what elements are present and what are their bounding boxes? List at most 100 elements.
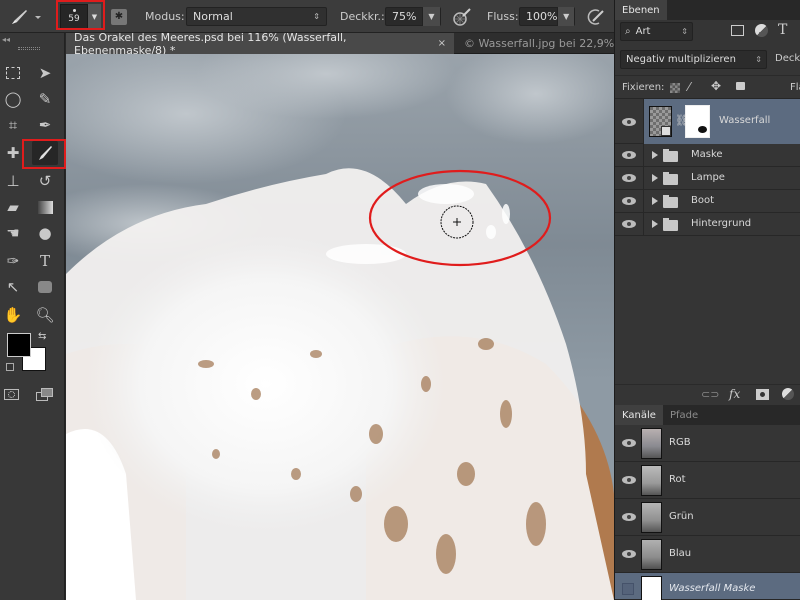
eye-icon[interactable] xyxy=(621,195,637,207)
document-tabs: Das Orakel des Meeres.psd bei 116% (Wass… xyxy=(66,31,614,57)
history-brush-tool[interactable]: ↺ xyxy=(32,169,58,193)
smudge-tool[interactable]: ☚ xyxy=(0,221,26,245)
channel-name: RGB xyxy=(669,437,691,448)
quick-selection-tool[interactable]: ✎ xyxy=(32,87,58,111)
lock-paint-icon[interactable]: ⁄ xyxy=(688,80,690,94)
arrow-icon: ↖ xyxy=(6,278,20,296)
eye-icon[interactable] xyxy=(621,149,637,161)
tab-pfade[interactable]: Pfade xyxy=(663,405,705,425)
filter-pixel-layers-icon[interactable] xyxy=(731,25,744,36)
lasso-tool[interactable]: ◯ xyxy=(0,87,26,111)
visibility-checkbox[interactable] xyxy=(622,583,634,595)
channel-row-rot[interactable]: Rot xyxy=(615,462,800,499)
screen-mode-button[interactable] xyxy=(36,388,54,402)
finger-icon: ☚ xyxy=(6,224,20,242)
layer-name: Hintergrund xyxy=(691,218,752,229)
marquee-tool[interactable] xyxy=(0,61,26,85)
eye-icon[interactable] xyxy=(621,437,637,449)
adjustment-icon[interactable] xyxy=(782,388,794,400)
hand-tool[interactable]: ✋ xyxy=(0,303,26,327)
document-tab-inactive[interactable]: © Wasserfall.jpg bei 22,9% (W xyxy=(456,33,614,54)
tab-kanaele[interactable]: Kanäle xyxy=(615,405,663,425)
dodge-tool[interactable]: ● xyxy=(32,221,58,245)
airbrush-button[interactable] xyxy=(585,0,605,33)
layer-row-boot[interactable]: Boot xyxy=(615,190,800,213)
tab-label: Kanäle xyxy=(622,409,656,421)
mode-select[interactable]: Normal ⇕ xyxy=(186,7,327,26)
eraser-tool[interactable]: ▰ xyxy=(0,195,26,219)
brush-panel-toggle[interactable]: ✱ xyxy=(111,0,127,33)
zoom-tool[interactable]: 🔍︎ xyxy=(32,303,58,327)
lock-position-icon[interactable]: ✥ xyxy=(711,79,721,93)
document-canvas[interactable] xyxy=(66,54,614,600)
rectangle-icon xyxy=(38,281,52,293)
eye-icon[interactable] xyxy=(621,511,637,523)
pressure-opacity-button[interactable] xyxy=(452,0,472,33)
eye-icon[interactable] xyxy=(621,548,637,560)
layer-row-wasserfall[interactable]: ⛓ Wasserfall xyxy=(615,99,800,144)
eyedropper-tool[interactable]: ✒ xyxy=(32,113,58,137)
type-tool[interactable]: T xyxy=(32,249,58,273)
eye-icon[interactable] xyxy=(621,474,637,486)
quick-mask-button[interactable] xyxy=(4,389,19,400)
blend-mode-select[interactable]: Negativ multiplizieren ⇕ xyxy=(620,50,767,69)
gradient-tool[interactable] xyxy=(32,195,58,219)
eye-icon[interactable] xyxy=(621,172,637,184)
pen-tool[interactable]: ✑ xyxy=(0,249,26,273)
add-mask-icon[interactable] xyxy=(756,389,769,400)
opacity-field[interactable]: 75% ▼ xyxy=(385,7,441,26)
tab-label: Ebenen xyxy=(622,4,660,16)
search-icon: ⌕ xyxy=(625,26,631,37)
flow-label: Fluss: xyxy=(487,10,519,23)
toolbox-grip[interactable] xyxy=(18,47,40,50)
type-icon: T xyxy=(39,252,50,270)
layer-mask-thumbnail[interactable] xyxy=(685,105,710,138)
quick-selection-icon: ✎ xyxy=(38,90,52,108)
default-colors-icon[interactable] xyxy=(6,363,14,371)
move-tool[interactable]: ➤ xyxy=(32,61,58,85)
filter-adjustment-icon[interactable] xyxy=(755,24,768,37)
clone-stamp-tool[interactable]: ⊥ xyxy=(0,169,26,193)
folder-icon xyxy=(663,195,678,208)
crop-tool[interactable]: ⌗ xyxy=(0,113,26,137)
expand-triangle-icon[interactable] xyxy=(652,197,658,205)
blend-mode-value: Negativ multiplizieren xyxy=(626,54,736,65)
chevron-down-icon[interactable]: ▼ xyxy=(557,7,574,26)
channel-thumbnail xyxy=(641,502,662,533)
foreground-color-swatch[interactable] xyxy=(7,333,31,357)
eye-icon[interactable] xyxy=(621,218,637,230)
lock-all-icon[interactable] xyxy=(736,82,745,90)
layer-row-hintergrund[interactable]: Hintergrund xyxy=(615,213,800,236)
expand-triangle-icon[interactable] xyxy=(652,151,658,159)
fx-icon[interactable]: fx xyxy=(729,387,740,401)
chevron-down-icon[interactable]: ▼ xyxy=(422,7,440,26)
swap-colors-icon[interactable]: ⇆ xyxy=(38,331,46,342)
lock-label: Fixieren: xyxy=(622,82,665,93)
channel-row-gruen[interactable]: Grün xyxy=(615,499,800,536)
close-icon[interactable]: × xyxy=(438,38,446,49)
collapse-icon[interactable]: ◂◂ xyxy=(2,35,10,44)
channel-name: Rot xyxy=(669,474,686,485)
layers-footer: ⊂⊃ fx xyxy=(615,384,800,404)
shape-tool[interactable] xyxy=(32,275,58,299)
channel-row-wasserfall-maske[interactable]: Wasserfall Maske xyxy=(615,573,800,600)
path-selection-tool[interactable]: ↖ xyxy=(0,275,26,299)
tab-ebenen[interactable]: Ebenen xyxy=(615,0,667,20)
channel-row-rgb[interactable]: RGB xyxy=(615,425,800,462)
expand-triangle-icon[interactable] xyxy=(652,174,658,182)
channel-thumbnail xyxy=(641,465,662,496)
layer-filter-select[interactable]: ⌕ Art ⇕ xyxy=(620,22,693,41)
lock-transparent-icon[interactable] xyxy=(670,83,680,93)
filter-type-icon[interactable]: T xyxy=(778,22,787,38)
link-icon[interactable]: ⊂⊃ xyxy=(701,388,719,401)
layer-thumbnail[interactable] xyxy=(649,106,672,137)
layer-row-lampe[interactable]: Lampe xyxy=(615,167,800,190)
eye-icon[interactable] xyxy=(621,116,637,128)
flow-field[interactable]: 100% ▼ xyxy=(519,7,575,26)
layer-row-maske[interactable]: Maske xyxy=(615,144,800,167)
expand-triangle-icon[interactable] xyxy=(652,220,658,228)
document-tab-active[interactable]: Das Orakel des Meeres.psd bei 116% (Wass… xyxy=(66,31,454,57)
tool-preset-picker[interactable] xyxy=(8,0,42,33)
channel-row-blau[interactable]: Blau xyxy=(615,536,800,573)
crop-icon: ⌗ xyxy=(8,116,18,134)
